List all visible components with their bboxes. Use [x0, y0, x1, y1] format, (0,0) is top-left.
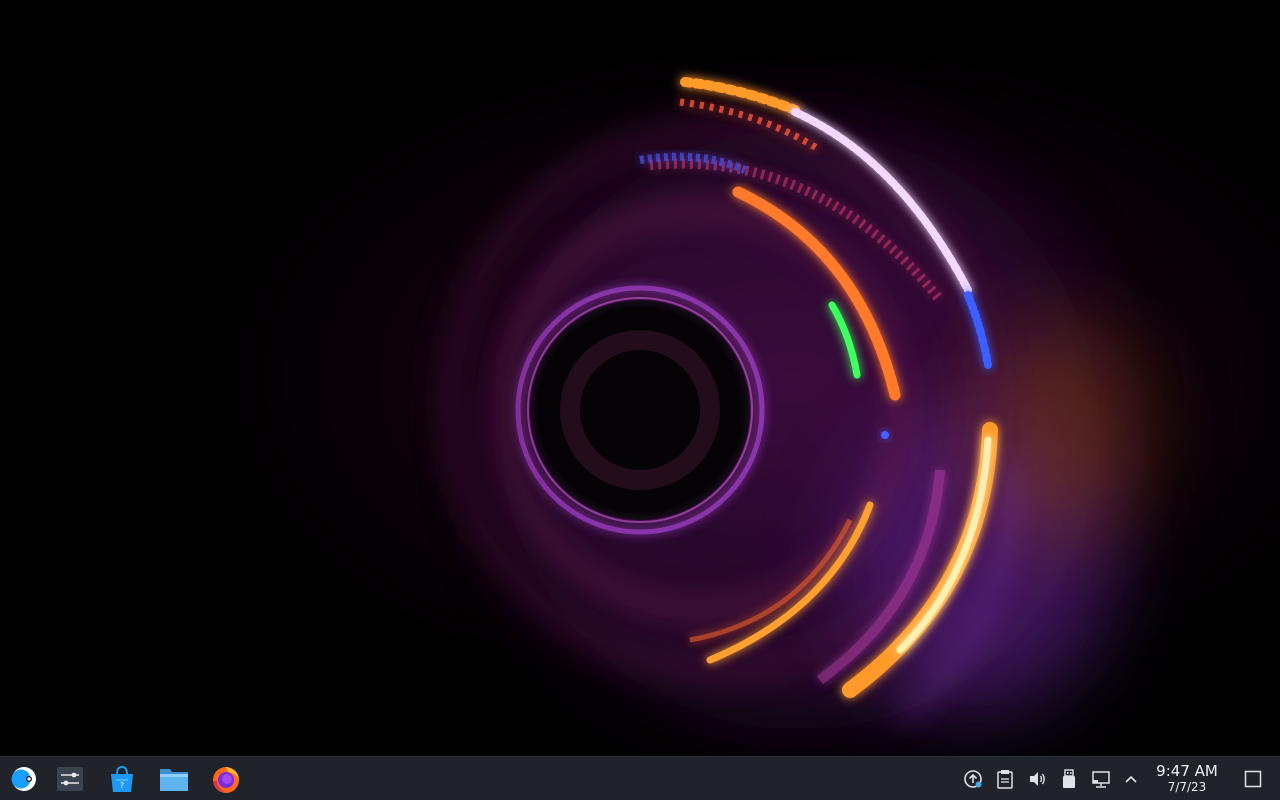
wallpaper-image: [0, 0, 1280, 756]
volume-applet[interactable]: [1026, 768, 1048, 790]
firefox-icon: [213, 767, 239, 793]
usb-device-icon: [1063, 769, 1075, 788]
device-notifier[interactable]: [1058, 768, 1080, 790]
network-wired-icon: [1092, 771, 1110, 788]
system-settings-icon: [57, 767, 83, 791]
digital-clock[interactable]: 9:47 AM 7/7/23: [1148, 763, 1226, 797]
desktop[interactable]: [0, 0, 1280, 756]
steam-icon: [11, 767, 36, 791]
clipboard-icon: [997, 770, 1013, 789]
system-settings-launcher[interactable]: [52, 761, 88, 797]
svg-text:?: ?: [120, 781, 124, 790]
chevron-up-icon: [1125, 775, 1137, 783]
clock-date: 7/7/23: [1167, 780, 1207, 794]
clipboard-applet[interactable]: [994, 768, 1016, 790]
discover-launcher[interactable]: ?: [104, 761, 140, 797]
clock-time: 9:47 AM: [1156, 762, 1218, 780]
show-desktop-button[interactable]: [1240, 766, 1266, 792]
steam-launcher[interactable]: [6, 761, 42, 797]
firefox-launcher[interactable]: [208, 761, 244, 797]
network-applet[interactable]: [1090, 768, 1112, 790]
update-notification-icon: [964, 770, 982, 788]
dolphin-file-manager-icon: [160, 769, 188, 791]
discover-store-icon: ?: [111, 765, 133, 792]
dolphin-launcher[interactable]: [156, 761, 192, 797]
volume-icon: [1030, 772, 1045, 786]
show-desktop-icon: [1244, 770, 1262, 788]
update-notifier[interactable]: [962, 768, 984, 790]
taskbar: ? 9:47 AM 7/7/23: [0, 756, 1280, 800]
tray-expander[interactable]: [1120, 768, 1142, 790]
